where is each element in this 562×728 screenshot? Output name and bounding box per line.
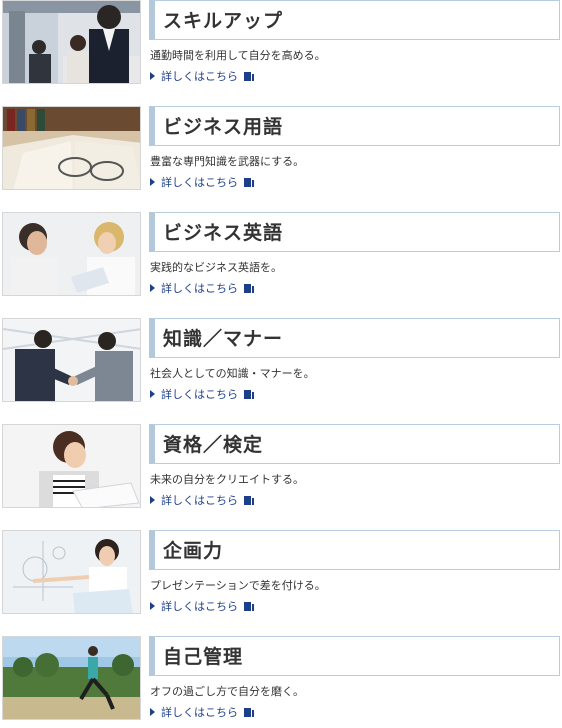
category-description: 豊富な専門知識を武器にする。 [150,155,305,168]
document-icon [244,283,254,293]
commuters-reading-photo[interactable] [2,0,141,84]
category-title-box: 自己管理 [149,636,560,676]
category-title: 知識／マナー [163,328,284,350]
document-icon [244,601,254,611]
arrow-right-icon [150,496,155,504]
runner-outdoors-photo[interactable] [2,636,141,720]
arrow-right-icon [150,602,155,610]
details-link-label: 詳しくはこちら [161,176,238,189]
details-link[interactable]: 詳しくはこちら [150,704,254,720]
category-description: 未来の自分をクリエイトする。 [150,473,304,486]
details-link[interactable]: 詳しくはこちら [150,280,254,296]
category-title: ビジネス用語 [163,116,284,138]
category-title: 資格／検定 [163,434,264,456]
arrow-right-icon [150,284,155,292]
category-item-business-terms: ビジネス用語 豊富な専門知識を武器にする。 詳しくはこちら [0,106,562,198]
category-title: ビジネス英語 [163,222,284,244]
category-description: 通勤時間を利用して自分を高める。 [150,49,326,62]
category-title: 自己管理 [163,646,244,668]
category-list: スキルアップ 通勤時間を利用して自分を高める。 詳しくはこちら ビジネス用語 豊… [0,0,562,724]
category-item-planning: 企画力 プレゼンテーションで差を付ける。 詳しくはこちら [0,530,562,622]
arrow-right-icon [150,390,155,398]
category-item-business-english: ビジネス英語 実践的なビジネス英語を。 詳しくはこちら [0,212,562,304]
category-title: 企画力 [163,540,224,562]
document-icon [244,177,254,187]
category-description: 実践的なビジネス英語を。 [150,261,282,274]
category-item-skill-up: スキルアップ 通勤時間を利用して自分を高める。 詳しくはこちら [0,0,562,92]
document-icon [244,495,254,505]
details-link-label: 詳しくはこちら [161,70,238,83]
woman-studying-photo[interactable] [2,424,141,508]
category-description: プレゼンテーションで差を付ける。 [150,579,326,592]
details-link-label: 詳しくはこちら [161,706,238,719]
document-icon [244,71,254,81]
category-title-box: 資格／検定 [149,424,560,464]
handshake-photo[interactable] [2,318,141,402]
category-title-box: ビジネス英語 [149,212,560,252]
category-title-box: ビジネス用語 [149,106,560,146]
details-link[interactable]: 詳しくはこちら [150,68,254,84]
business-conversation-photo[interactable] [2,212,141,296]
category-title-box: 企画力 [149,530,560,570]
arrow-right-icon [150,178,155,186]
details-link-label: 詳しくはこちら [161,282,238,295]
open-book-glasses-photo[interactable] [2,106,141,190]
arrow-right-icon [150,72,155,80]
category-title-box: スキルアップ [149,0,560,40]
details-link-label: 詳しくはこちら [161,388,238,401]
document-icon [244,707,254,717]
category-item-knowledge-manners: 知識／マナー 社会人としての知識・マナーを。 詳しくはこちら [0,318,562,410]
category-title-box: 知識／マナー [149,318,560,358]
details-link[interactable]: 詳しくはこちら [150,492,254,508]
details-link-label: 詳しくはこちら [161,494,238,507]
details-link[interactable]: 詳しくはこちら [150,386,254,402]
details-link[interactable]: 詳しくはこちら [150,174,254,190]
category-description: 社会人としての知識・マナーを。 [150,367,315,380]
category-description: オフの過ごし方で自分を磨く。 [150,685,304,698]
category-title: スキルアップ [163,10,284,32]
details-link[interactable]: 詳しくはこちら [150,598,254,614]
presentation-photo[interactable] [2,530,141,614]
details-link-label: 詳しくはこちら [161,600,238,613]
category-item-qualifications: 資格／検定 未来の自分をクリエイトする。 詳しくはこちら [0,424,562,516]
arrow-right-icon [150,708,155,716]
document-icon [244,389,254,399]
category-item-self-management: 自己管理 オフの過ごし方で自分を磨く。 詳しくはこちら [0,636,562,728]
